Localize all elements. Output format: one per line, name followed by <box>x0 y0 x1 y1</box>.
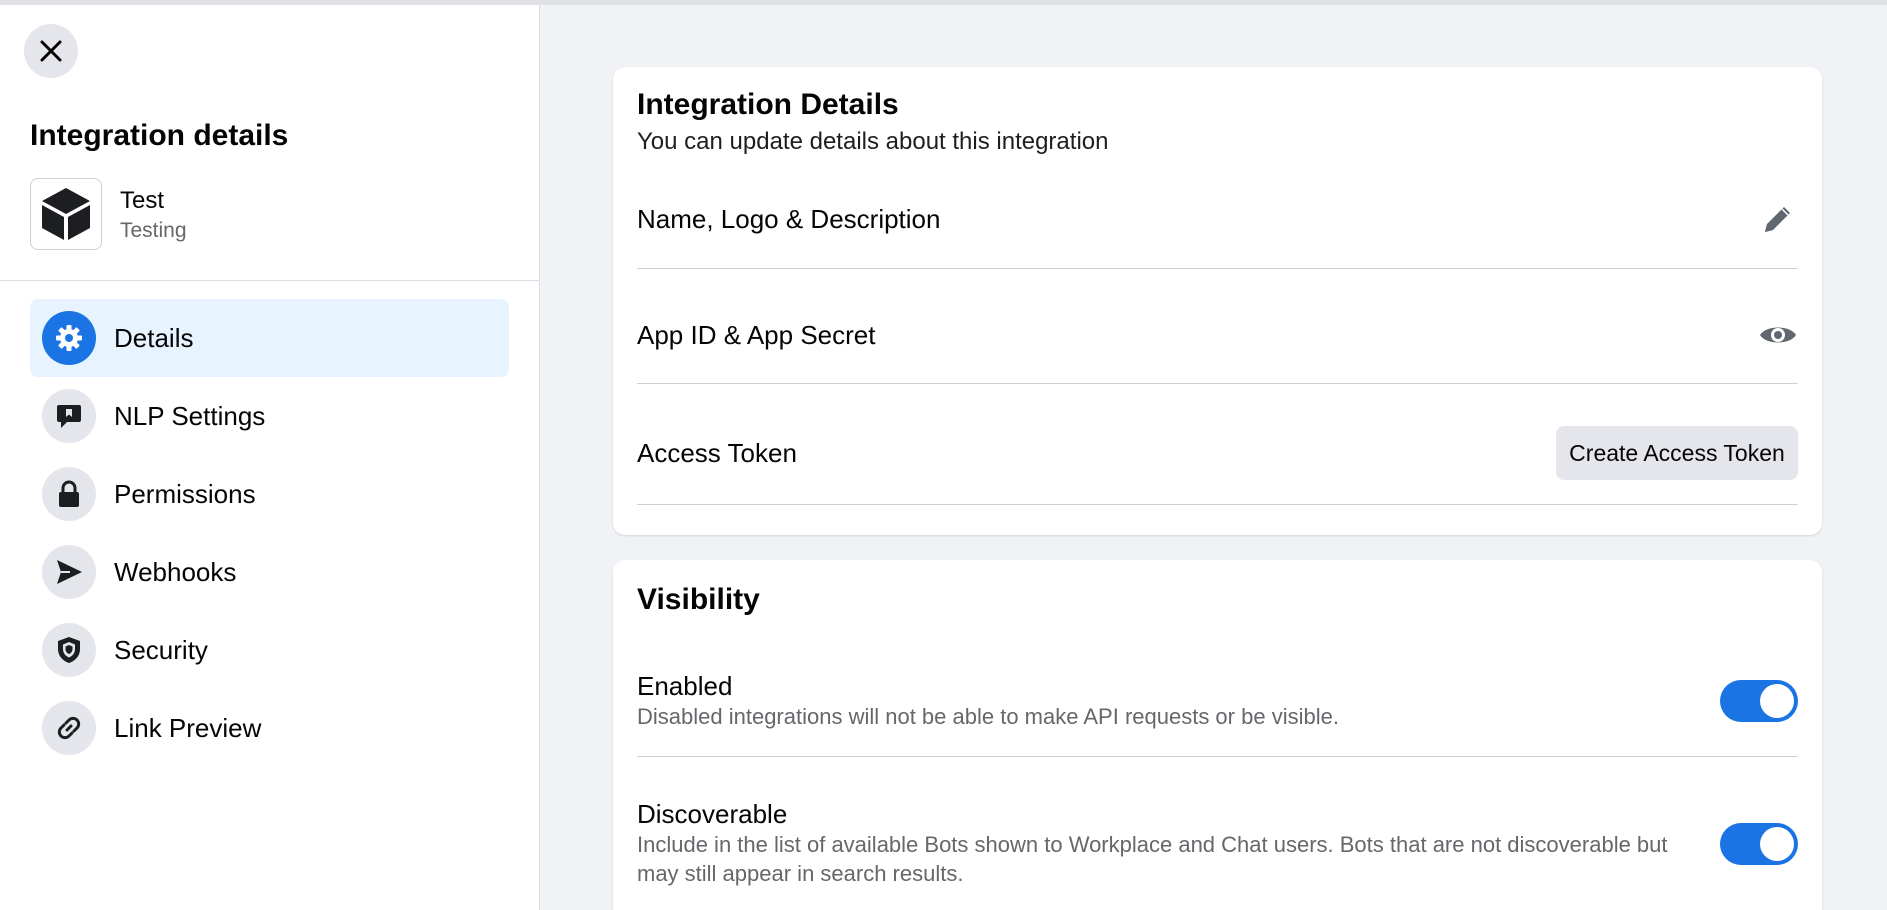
sidebar-divider <box>0 280 540 281</box>
sidebar-item-link-preview[interactable]: Link Preview <box>30 689 509 767</box>
enabled-label: Enabled <box>637 671 733 701</box>
toggle-knob <box>1760 827 1794 861</box>
visibility-card: Visibility Enabled Disabled integrations… <box>613 560 1822 910</box>
enabled-description: Disabled integrations will not be able t… <box>637 704 1339 729</box>
row-divider <box>637 383 1798 384</box>
sidebar-item-details[interactable]: Details <box>30 299 509 377</box>
create-access-token-button[interactable]: Create Access Token <box>1556 426 1798 480</box>
row-divider <box>637 268 1798 269</box>
row-divider <box>637 756 1798 757</box>
discoverable-toggle[interactable] <box>1720 823 1798 865</box>
sidebar-item-security[interactable]: Security <box>30 611 509 689</box>
link-icon <box>42 701 96 755</box>
sidebar-item-label: Webhooks <box>114 556 237 587</box>
access-token-label: Access Token <box>637 438 797 468</box>
sidebar-item-label: Security <box>114 634 208 665</box>
card-subtitle: You can update details about this integr… <box>637 128 1109 155</box>
app-description: Testing <box>120 219 187 242</box>
name-logo-description-label: Name, Logo & Description <box>637 204 941 234</box>
card-title: Integration Details <box>637 88 899 121</box>
send-icon <box>42 545 96 599</box>
close-button[interactable] <box>24 24 78 78</box>
sidebar-item-label: Permissions <box>114 478 256 509</box>
app-logo <box>30 178 102 250</box>
discoverable-description: Include in the list of available Bots sh… <box>637 832 1668 886</box>
eye-icon <box>1760 327 1796 343</box>
sidebar-item-permissions[interactable]: Permissions <box>30 455 509 533</box>
pencil-icon <box>1765 207 1790 232</box>
cube-icon <box>42 188 90 240</box>
app-name: Test <box>120 187 165 214</box>
toggle-knob <box>1760 684 1794 718</box>
speech-bubble-icon <box>42 389 96 443</box>
sidebar-item-label: NLP Settings <box>114 400 266 431</box>
app-id-secret-label: App ID & App Secret <box>637 320 876 350</box>
row-divider <box>637 504 1798 505</box>
sidebar-item-label: Details <box>114 322 194 353</box>
enabled-toggle[interactable] <box>1720 680 1798 722</box>
integration-details-card: Integration Details You can update detai… <box>613 67 1822 535</box>
sidebar-nav: Details NLP Settings Permissions Webhook… <box>30 299 509 767</box>
sidebar-item-label: Link Preview <box>114 712 262 743</box>
sidebar-item-webhooks[interactable]: Webhooks <box>30 533 509 611</box>
gear-icon <box>42 311 96 365</box>
shield-icon <box>42 623 96 677</box>
sidebar-title: Integration details <box>30 119 289 152</box>
discoverable-label: Discoverable <box>637 799 788 829</box>
card-title: Visibility <box>637 583 760 616</box>
sidebar: Integration details Test Testing Details… <box>0 5 540 910</box>
sidebar-item-nlp-settings[interactable]: NLP Settings <box>30 377 509 455</box>
lock-icon <box>42 467 96 521</box>
edit-button[interactable] <box>1758 199 1798 239</box>
show-secret-button[interactable] <box>1758 315 1798 355</box>
close-icon <box>40 40 62 62</box>
